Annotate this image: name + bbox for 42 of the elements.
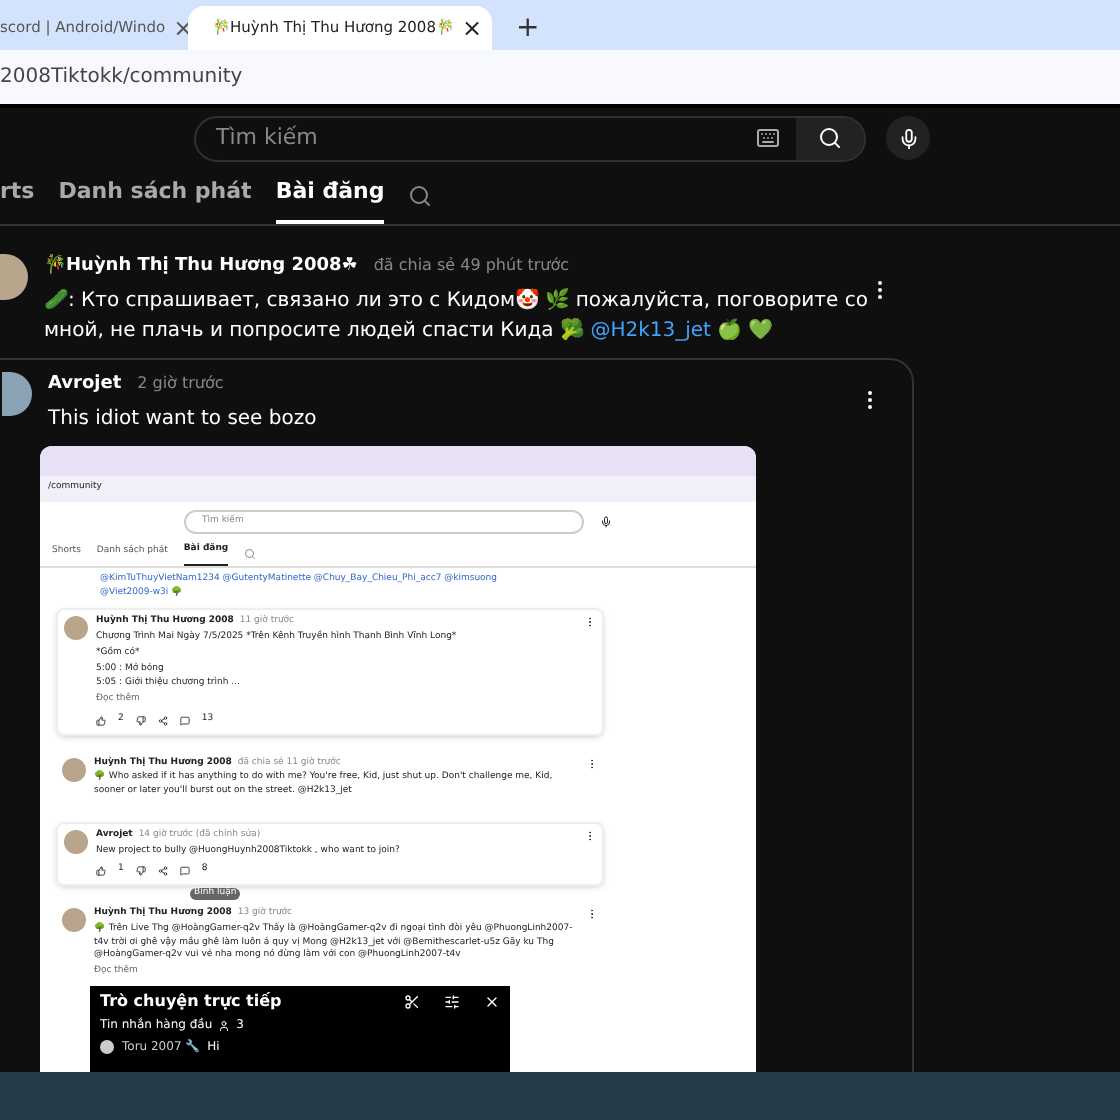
post-time: 2 giờ trước (137, 371, 224, 396)
post-text: This idiot want to see bozo (48, 406, 317, 434)
share-icon[interactable] (157, 715, 168, 726)
like-icon[interactable] (96, 866, 106, 877)
search-button[interactable] (796, 117, 864, 159)
post-time: đã chia sẻ 49 phút trước (373, 254, 570, 278)
mic-icon (897, 127, 919, 149)
dislike-icon[interactable] (135, 866, 146, 877)
new-tab-button[interactable]: + (500, 6, 556, 50)
filter-icon[interactable] (444, 994, 460, 1010)
avatar (2, 371, 32, 415)
mic-icon[interactable] (600, 516, 612, 528)
post-text: 🥒: Кто спрашивает, связано ли это с Кидом🤡 🌿 пожалуйста, поговорите со мной, не плачь и попросите людей спасти Кида 🥦 @H2k13_jet 🍏 💚 (44, 286, 870, 345)
avatar (62, 908, 86, 932)
author-name: 🎋Huỳnh Thị Thu Hương 2008☘ (44, 254, 358, 280)
share-icon[interactable] (157, 866, 168, 877)
like-icon[interactable] (96, 715, 106, 726)
avatar (62, 757, 86, 781)
viewer-icon (218, 1019, 231, 1031)
avatar (0, 254, 28, 300)
keyboard-icon[interactable] (756, 126, 780, 150)
close-icon[interactable]: × (461, 10, 483, 46)
mention-link[interactable]: @H2k13_jet (590, 319, 711, 341)
chat-title: Trò chuyện trực tiếp (100, 990, 284, 1014)
channel-tab[interactable]: Danh sách phát (58, 175, 252, 224)
address-text[interactable]: 2008Tiktokk/community (0, 62, 243, 92)
search-icon (818, 126, 842, 150)
search-field[interactable]: Tìm kiếm (194, 115, 866, 161)
channel-tab[interactable]: Bài đăng (275, 175, 385, 224)
dislike-icon[interactable] (135, 715, 146, 726)
search-icon[interactable] (244, 547, 257, 560)
channel-tab[interactable]: rts (0, 175, 35, 224)
close-icon[interactable] (484, 994, 500, 1010)
comment-icon[interactable] (179, 866, 190, 877)
mic-button[interactable] (886, 116, 930, 160)
comment-icon[interactable] (179, 715, 190, 726)
avatar (64, 829, 88, 854)
scissors-icon[interactable] (404, 994, 420, 1010)
avatar (64, 616, 88, 641)
author-name: Avrojet (48, 371, 122, 397)
search-icon[interactable] (408, 184, 433, 208)
avatar (100, 1040, 114, 1054)
